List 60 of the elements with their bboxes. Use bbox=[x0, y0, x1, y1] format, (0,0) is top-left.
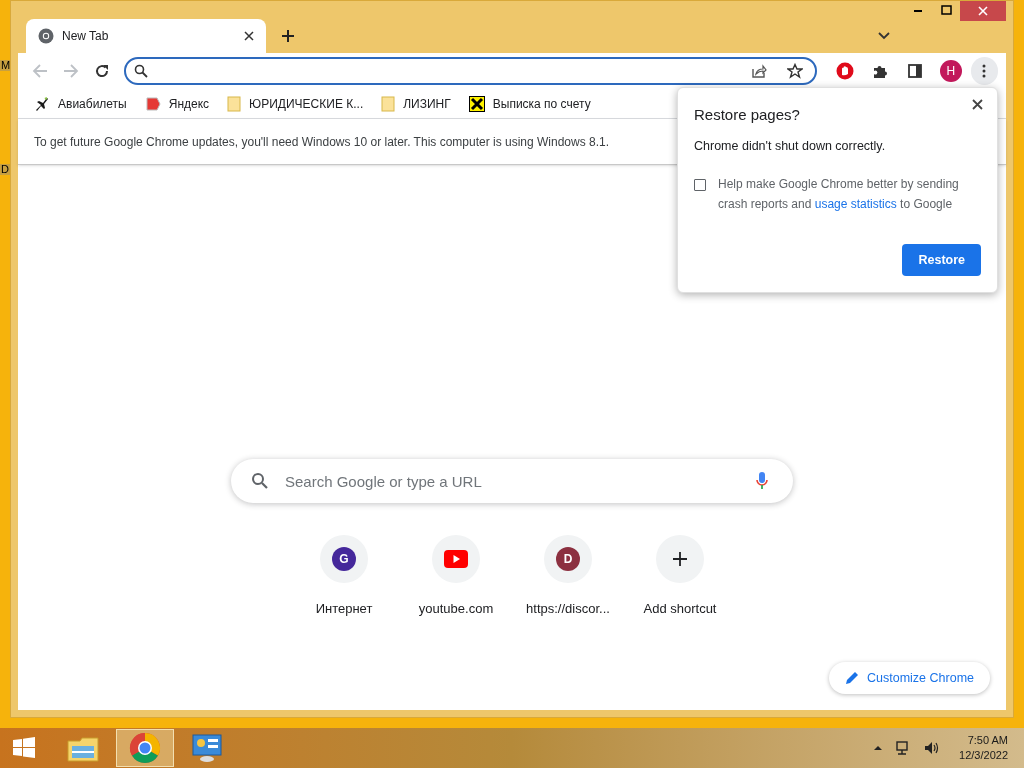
shortcut-tile[interactable]: Add shortcut bbox=[624, 519, 736, 631]
chevron-down-icon bbox=[878, 32, 890, 40]
restore-button[interactable]: Restore bbox=[902, 244, 981, 276]
menu-icon bbox=[982, 64, 987, 78]
folder-icon bbox=[381, 95, 396, 112]
forward-arrow-icon bbox=[63, 63, 80, 79]
bookmark[interactable]: ЮРИДИЧЕСКИЕ К... bbox=[221, 91, 370, 116]
bookmark[interactable]: ЛИЗИНГ bbox=[375, 91, 457, 116]
dialog-title: Restore pages? bbox=[694, 105, 800, 125]
date-text: 12/3/2022 bbox=[959, 748, 1008, 763]
taskbar-app[interactable] bbox=[116, 729, 174, 767]
close-icon bbox=[244, 31, 254, 41]
cross-logo-icon bbox=[468, 95, 485, 112]
folder-icon bbox=[227, 95, 242, 112]
shortcut-tile[interactable]: D https://discor... bbox=[512, 519, 624, 631]
clock[interactable]: 7:50 AM 12/3/2022 bbox=[959, 733, 1008, 763]
dialog-message: Chrome didn't shut down correctly. bbox=[694, 137, 887, 155]
play-icon bbox=[444, 550, 468, 568]
search-icon bbox=[134, 64, 149, 78]
plus-icon bbox=[281, 29, 295, 43]
pencil-icon bbox=[845, 671, 859, 685]
share-icon bbox=[751, 63, 768, 79]
profile-avatar[interactable]: H bbox=[940, 60, 962, 82]
shortcut-tile[interactable]: youtube.com bbox=[400, 519, 512, 631]
windows-logo-icon bbox=[12, 736, 36, 760]
chrome-icon bbox=[38, 28, 54, 44]
checkbox[interactable] bbox=[694, 179, 706, 192]
maximize-icon bbox=[940, 5, 952, 15]
close-icon bbox=[971, 98, 983, 110]
microphone-icon bbox=[755, 471, 769, 491]
chrome-logo-icon bbox=[129, 732, 161, 764]
bookmark[interactable]: Яндекс bbox=[138, 91, 216, 116]
desktop-icon-label[interactable]: D bbox=[0, 164, 10, 175]
search-box[interactable]: Search Google or type a URL bbox=[231, 459, 793, 503]
plus-icon bbox=[672, 551, 688, 567]
chevron-up-icon bbox=[873, 744, 884, 752]
star-icon bbox=[787, 63, 804, 79]
reload-icon bbox=[94, 63, 111, 79]
side-panel-icon bbox=[907, 63, 924, 79]
control-panel-icon bbox=[191, 733, 223, 763]
checkbox-label: Help make Google Chrome better by sending crash reports and usage statistics to Google bbox=[718, 176, 960, 214]
puzzle-icon bbox=[872, 63, 889, 79]
usage-statistics-link[interactable]: usage statistics bbox=[814, 197, 897, 212]
shortcut-tile[interactable]: G Интернет bbox=[288, 519, 400, 631]
speaker-icon bbox=[923, 740, 940, 756]
customize-chrome-button[interactable]: Customize Chrome bbox=[829, 662, 990, 694]
search-icon bbox=[251, 472, 269, 490]
bookmark[interactable]: Выписка по счету bbox=[462, 91, 597, 116]
letter-avatar: D bbox=[556, 547, 580, 571]
info-bar-message: To get future Google Chrome updates, you'll need Windows 10 or later. This computer is using Windows 8.1. bbox=[34, 133, 610, 151]
bookmark[interactable]: Авиабилеты bbox=[28, 91, 133, 116]
back-arrow-icon bbox=[31, 63, 48, 79]
close-icon bbox=[978, 6, 988, 16]
time-text: 7:50 AM bbox=[967, 733, 1008, 748]
browser-tab[interactable]: New Tab bbox=[26, 19, 266, 53]
address-bar[interactable] bbox=[124, 57, 818, 85]
airplane-icon bbox=[34, 95, 50, 112]
letter-avatar: G bbox=[332, 547, 356, 571]
menu-button[interactable] bbox=[970, 57, 998, 85]
close-button[interactable] bbox=[969, 96, 985, 112]
